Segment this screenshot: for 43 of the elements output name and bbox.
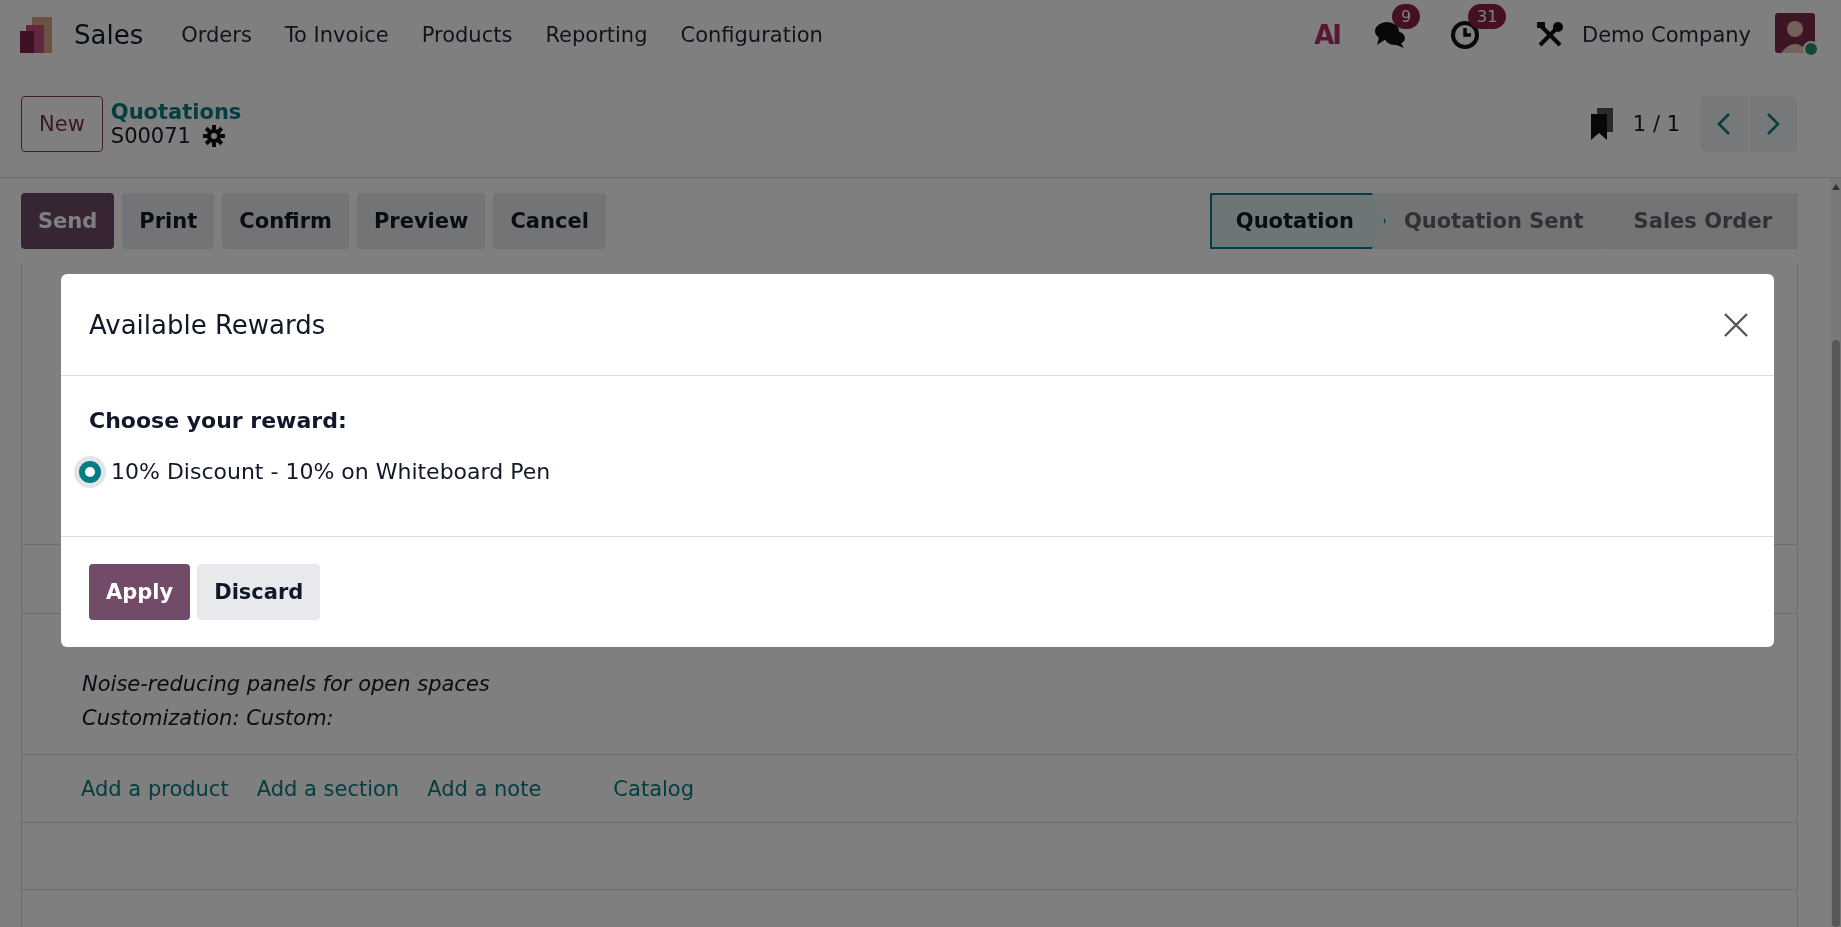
clock-icon[interactable] xyxy=(1450,20,1480,50)
breadcrumb-link[interactable]: Quotations xyxy=(110,99,242,124)
pager-value: 1 / 1 xyxy=(1632,111,1680,136)
message-count-badge: 9 xyxy=(1392,4,1421,29)
menu-item[interactable]: Configuration xyxy=(670,19,833,51)
bookmark-icon[interactable] xyxy=(1588,107,1615,140)
add-line-link[interactable]: Add a note xyxy=(427,776,542,801)
action-button[interactable]: Preview xyxy=(356,193,486,249)
line-description: Customization: Custom: xyxy=(82,706,335,730)
new-button[interactable]: New xyxy=(21,95,103,152)
scroll-up-icon[interactable] xyxy=(1831,184,1840,190)
add-line-link[interactable]: Add a product xyxy=(81,776,229,801)
user-avatar[interactable] xyxy=(1775,13,1819,57)
menu-item[interactable]: Reporting xyxy=(535,19,658,51)
chevron-left-icon xyxy=(1717,111,1731,136)
scrollbar[interactable] xyxy=(1830,178,1841,927)
tools-icon[interactable] xyxy=(1536,21,1564,49)
record-name: S00071 xyxy=(110,123,191,148)
dialog-title: Available Rewards xyxy=(89,309,326,340)
company-switcher[interactable]: Demo Company xyxy=(1582,23,1751,47)
action-button[interactable]: Confirm xyxy=(222,193,349,249)
chat-icon[interactable] xyxy=(1374,20,1406,50)
action-button[interactable]: Send xyxy=(21,193,115,249)
close-icon[interactable] xyxy=(1724,312,1748,337)
reward-option-label[interactable]: 10% Discount - 10% on Whiteboard Pen xyxy=(111,459,551,484)
add-line-link[interactable]: Add a section xyxy=(256,776,400,801)
activity-count-badge: 31 xyxy=(1468,4,1507,29)
menu-item[interactable]: Products xyxy=(411,19,523,51)
action-button[interactable]: Cancel xyxy=(493,193,606,249)
menu-item[interactable]: Orders xyxy=(171,19,262,51)
status-step[interactable]: Sales Order xyxy=(1601,193,1798,249)
app-name[interactable]: Sales xyxy=(74,20,144,50)
dialog-button[interactable]: Discard xyxy=(197,564,321,620)
action-button[interactable]: Print xyxy=(122,193,215,249)
reward-prompt: Choose your reward: xyxy=(89,408,348,433)
line-description: Noise-reducing panels for open spaces xyxy=(82,672,491,696)
status-step[interactable]: Quotation xyxy=(1209,193,1386,249)
dialog-button[interactable]: Apply xyxy=(89,564,191,620)
status-step[interactable]: Quotation Sent xyxy=(1371,193,1616,249)
menu-item[interactable]: To Invoice xyxy=(274,19,399,51)
ai-button[interactable]: AI xyxy=(1314,20,1340,50)
add-line-link[interactable]: Catalog xyxy=(613,776,694,801)
chevron-right-icon xyxy=(1766,111,1780,136)
